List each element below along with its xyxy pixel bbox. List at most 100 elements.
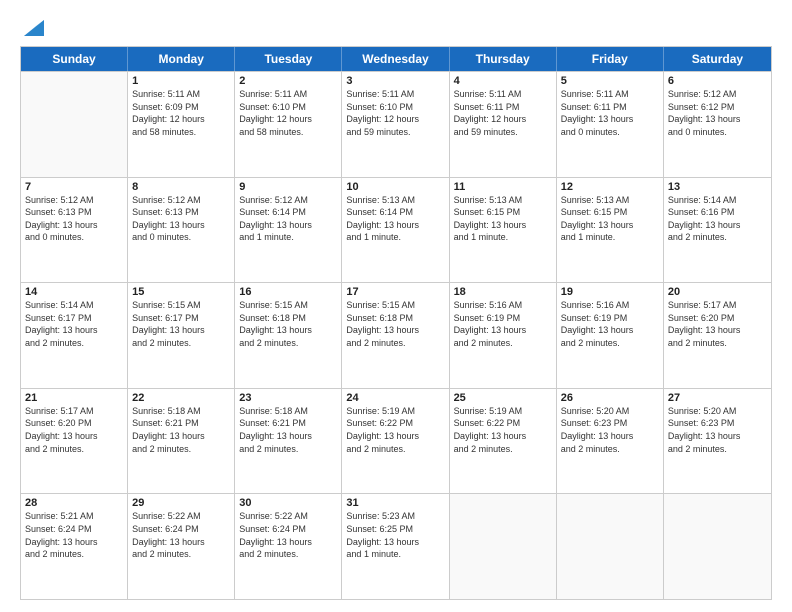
day-number: 20 — [668, 286, 767, 298]
day-info: Sunrise: 5:23 AM Sunset: 6:25 PM Dayligh… — [346, 510, 444, 560]
day-number: 24 — [346, 392, 444, 404]
calendar-row-3: 14Sunrise: 5:14 AM Sunset: 6:17 PM Dayli… — [21, 282, 771, 388]
calendar-cell: 25Sunrise: 5:19 AM Sunset: 6:22 PM Dayli… — [450, 389, 557, 494]
calendar-cell: 20Sunrise: 5:17 AM Sunset: 6:20 PM Dayli… — [664, 283, 771, 388]
day-number: 23 — [239, 392, 337, 404]
calendar-row-1: 1Sunrise: 5:11 AM Sunset: 6:09 PM Daylig… — [21, 71, 771, 177]
calendar-cell: 2Sunrise: 5:11 AM Sunset: 6:10 PM Daylig… — [235, 72, 342, 177]
header-day-saturday: Saturday — [664, 47, 771, 71]
calendar-cell: 16Sunrise: 5:15 AM Sunset: 6:18 PM Dayli… — [235, 283, 342, 388]
header-day-monday: Monday — [128, 47, 235, 71]
day-info: Sunrise: 5:12 AM Sunset: 6:12 PM Dayligh… — [668, 88, 767, 138]
day-number: 16 — [239, 286, 337, 298]
calendar-cell: 31Sunrise: 5:23 AM Sunset: 6:25 PM Dayli… — [342, 494, 449, 599]
day-info: Sunrise: 5:19 AM Sunset: 6:22 PM Dayligh… — [346, 405, 444, 455]
calendar-body: 1Sunrise: 5:11 AM Sunset: 6:09 PM Daylig… — [21, 71, 771, 599]
logo — [20, 18, 44, 36]
calendar-cell: 10Sunrise: 5:13 AM Sunset: 6:14 PM Dayli… — [342, 178, 449, 283]
day-info: Sunrise: 5:14 AM Sunset: 6:17 PM Dayligh… — [25, 299, 123, 349]
day-number: 28 — [25, 497, 123, 509]
day-info: Sunrise: 5:19 AM Sunset: 6:22 PM Dayligh… — [454, 405, 552, 455]
calendar-cell: 3Sunrise: 5:11 AM Sunset: 6:10 PM Daylig… — [342, 72, 449, 177]
calendar-cell: 26Sunrise: 5:20 AM Sunset: 6:23 PM Dayli… — [557, 389, 664, 494]
day-info: Sunrise: 5:11 AM Sunset: 6:09 PM Dayligh… — [132, 88, 230, 138]
logo-icon — [22, 18, 44, 36]
calendar-cell — [664, 494, 771, 599]
calendar-cell: 22Sunrise: 5:18 AM Sunset: 6:21 PM Dayli… — [128, 389, 235, 494]
header-day-sunday: Sunday — [21, 47, 128, 71]
calendar-cell: 30Sunrise: 5:22 AM Sunset: 6:24 PM Dayli… — [235, 494, 342, 599]
calendar-cell — [557, 494, 664, 599]
calendar-cell: 8Sunrise: 5:12 AM Sunset: 6:13 PM Daylig… — [128, 178, 235, 283]
day-info: Sunrise: 5:12 AM Sunset: 6:13 PM Dayligh… — [25, 194, 123, 244]
calendar-header: SundayMondayTuesdayWednesdayThursdayFrid… — [21, 47, 771, 71]
calendar-cell: 12Sunrise: 5:13 AM Sunset: 6:15 PM Dayli… — [557, 178, 664, 283]
calendar-cell: 13Sunrise: 5:14 AM Sunset: 6:16 PM Dayli… — [664, 178, 771, 283]
day-info: Sunrise: 5:15 AM Sunset: 6:18 PM Dayligh… — [346, 299, 444, 349]
day-info: Sunrise: 5:16 AM Sunset: 6:19 PM Dayligh… — [561, 299, 659, 349]
day-info: Sunrise: 5:11 AM Sunset: 6:10 PM Dayligh… — [239, 88, 337, 138]
day-number: 17 — [346, 286, 444, 298]
calendar-row-2: 7Sunrise: 5:12 AM Sunset: 6:13 PM Daylig… — [21, 177, 771, 283]
day-number: 31 — [346, 497, 444, 509]
day-number: 13 — [668, 181, 767, 193]
calendar-cell: 11Sunrise: 5:13 AM Sunset: 6:15 PM Dayli… — [450, 178, 557, 283]
day-info: Sunrise: 5:20 AM Sunset: 6:23 PM Dayligh… — [561, 405, 659, 455]
calendar-cell: 4Sunrise: 5:11 AM Sunset: 6:11 PM Daylig… — [450, 72, 557, 177]
day-number: 18 — [454, 286, 552, 298]
day-info: Sunrise: 5:17 AM Sunset: 6:20 PM Dayligh… — [25, 405, 123, 455]
day-info: Sunrise: 5:13 AM Sunset: 6:14 PM Dayligh… — [346, 194, 444, 244]
day-info: Sunrise: 5:11 AM Sunset: 6:11 PM Dayligh… — [454, 88, 552, 138]
day-number: 27 — [668, 392, 767, 404]
day-info: Sunrise: 5:15 AM Sunset: 6:17 PM Dayligh… — [132, 299, 230, 349]
day-info: Sunrise: 5:16 AM Sunset: 6:19 PM Dayligh… — [454, 299, 552, 349]
day-number: 7 — [25, 181, 123, 193]
day-number: 19 — [561, 286, 659, 298]
day-info: Sunrise: 5:15 AM Sunset: 6:18 PM Dayligh… — [239, 299, 337, 349]
calendar-cell: 18Sunrise: 5:16 AM Sunset: 6:19 PM Dayli… — [450, 283, 557, 388]
calendar-cell: 17Sunrise: 5:15 AM Sunset: 6:18 PM Dayli… — [342, 283, 449, 388]
day-info: Sunrise: 5:11 AM Sunset: 6:11 PM Dayligh… — [561, 88, 659, 138]
calendar-page: SundayMondayTuesdayWednesdayThursdayFrid… — [0, 0, 792, 612]
calendar-cell: 9Sunrise: 5:12 AM Sunset: 6:14 PM Daylig… — [235, 178, 342, 283]
header-day-tuesday: Tuesday — [235, 47, 342, 71]
day-info: Sunrise: 5:12 AM Sunset: 6:13 PM Dayligh… — [132, 194, 230, 244]
calendar-cell: 5Sunrise: 5:11 AM Sunset: 6:11 PM Daylig… — [557, 72, 664, 177]
day-number: 26 — [561, 392, 659, 404]
day-number: 1 — [132, 75, 230, 87]
calendar-row-4: 21Sunrise: 5:17 AM Sunset: 6:20 PM Dayli… — [21, 388, 771, 494]
calendar-cell — [21, 72, 128, 177]
calendar-grid: SundayMondayTuesdayWednesdayThursdayFrid… — [20, 46, 772, 600]
calendar-cell: 28Sunrise: 5:21 AM Sunset: 6:24 PM Dayli… — [21, 494, 128, 599]
calendar-cell: 6Sunrise: 5:12 AM Sunset: 6:12 PM Daylig… — [664, 72, 771, 177]
calendar-cell: 19Sunrise: 5:16 AM Sunset: 6:19 PM Dayli… — [557, 283, 664, 388]
calendar-cell: 14Sunrise: 5:14 AM Sunset: 6:17 PM Dayli… — [21, 283, 128, 388]
day-number: 6 — [668, 75, 767, 87]
day-number: 12 — [561, 181, 659, 193]
day-number: 9 — [239, 181, 337, 193]
day-info: Sunrise: 5:20 AM Sunset: 6:23 PM Dayligh… — [668, 405, 767, 455]
day-info: Sunrise: 5:13 AM Sunset: 6:15 PM Dayligh… — [561, 194, 659, 244]
day-number: 30 — [239, 497, 337, 509]
day-info: Sunrise: 5:21 AM Sunset: 6:24 PM Dayligh… — [25, 510, 123, 560]
day-number: 22 — [132, 392, 230, 404]
day-info: Sunrise: 5:18 AM Sunset: 6:21 PM Dayligh… — [132, 405, 230, 455]
day-info: Sunrise: 5:14 AM Sunset: 6:16 PM Dayligh… — [668, 194, 767, 244]
day-number: 15 — [132, 286, 230, 298]
calendar-cell: 15Sunrise: 5:15 AM Sunset: 6:17 PM Dayli… — [128, 283, 235, 388]
header-day-wednesday: Wednesday — [342, 47, 449, 71]
day-number: 14 — [25, 286, 123, 298]
header-day-thursday: Thursday — [450, 47, 557, 71]
calendar-cell: 27Sunrise: 5:20 AM Sunset: 6:23 PM Dayli… — [664, 389, 771, 494]
day-info: Sunrise: 5:18 AM Sunset: 6:21 PM Dayligh… — [239, 405, 337, 455]
calendar-cell: 24Sunrise: 5:19 AM Sunset: 6:22 PM Dayli… — [342, 389, 449, 494]
calendar-cell: 23Sunrise: 5:18 AM Sunset: 6:21 PM Dayli… — [235, 389, 342, 494]
calendar-cell: 29Sunrise: 5:22 AM Sunset: 6:24 PM Dayli… — [128, 494, 235, 599]
day-info: Sunrise: 5:17 AM Sunset: 6:20 PM Dayligh… — [668, 299, 767, 349]
day-number: 8 — [132, 181, 230, 193]
calendar-cell: 21Sunrise: 5:17 AM Sunset: 6:20 PM Dayli… — [21, 389, 128, 494]
day-number: 2 — [239, 75, 337, 87]
day-number: 4 — [454, 75, 552, 87]
day-info: Sunrise: 5:13 AM Sunset: 6:15 PM Dayligh… — [454, 194, 552, 244]
day-number: 25 — [454, 392, 552, 404]
